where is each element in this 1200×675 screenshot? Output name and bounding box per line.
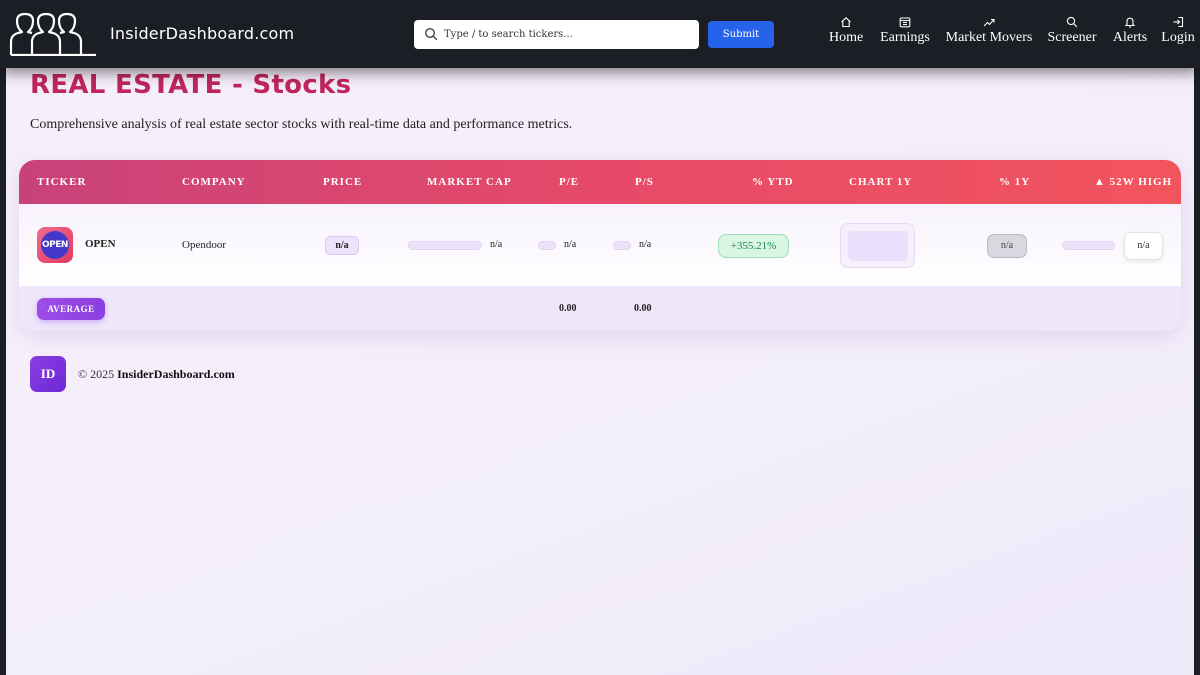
calendar-icon [899,17,911,28]
market-cap-value: n/a [490,239,503,250]
header-company[interactable]: COMPANY [182,176,246,188]
insiders-logo-icon[interactable] [8,12,98,56]
nav-market-movers-label: Market Movers [945,30,1033,45]
ticker-symbol[interactable]: OPEN [85,238,116,250]
price-value: n/a [325,236,359,255]
trending-up-icon [983,18,995,27]
high-52w-value: n/a [1124,232,1163,260]
header-pct-1y[interactable]: % 1Y [999,176,1030,188]
footer-copyright: © 2025 InsiderDashboard.com [78,367,235,382]
page-title: REAL ESTATE - Stocks [30,70,352,100]
header-pe[interactable]: P/E [559,176,579,188]
footer-logo[interactable]: ID [30,356,66,392]
nav-home-label: Home [829,30,864,45]
nav-earnings[interactable]: Earnings [879,16,931,52]
pe-bar [538,241,556,250]
chart-1y[interactable] [840,223,915,268]
nav-screener-label: Screener [1047,30,1097,45]
average-row: AVERAGE 0.00 0.00 [19,286,1181,331]
market-cap-bar [408,241,482,250]
table-header: TICKER COMPANY PRICE MARKET CAP P/E P/S … [19,160,1181,204]
nav-login[interactable]: Login [1160,16,1196,52]
header-ticker[interactable]: TICKER [37,176,86,188]
search-input[interactable] [444,24,694,45]
header-ps[interactable]: P/S [635,176,654,188]
top-navbar: InsiderDashboard.com Submit Home Earning… [0,0,1200,68]
nav-home[interactable]: Home [829,16,863,52]
header-chart-1y[interactable]: CHART 1Y [849,176,912,188]
high-52w-bar [1062,241,1115,250]
brand-name[interactable]: InsiderDashboard.com [110,24,294,43]
page-edge [1194,68,1200,675]
average-badge: AVERAGE [37,298,105,320]
pct-1y-badge: n/a [987,234,1027,258]
ps-bar [613,241,631,250]
pe-value: n/a [564,239,577,250]
nav-market-movers[interactable]: Market Movers [945,16,1033,52]
nav-alerts[interactable]: Alerts [1111,16,1149,52]
company-logo: OPEN [37,227,73,263]
page-subtitle: Comprehensive analysis of real estate se… [30,117,573,132]
nav-earnings-label: Earnings [880,30,930,45]
header-market-cap[interactable]: MARKET CAP [427,176,512,188]
table-row[interactable]: OPEN OPEN Opendoor n/a n/a n/a n/a +355.… [19,204,1181,286]
nav-alerts-label: Alerts [1112,30,1148,45]
footer-site-name[interactable]: InsiderDashboard.com [117,367,235,381]
bell-icon [1124,17,1136,28]
ticker-search[interactable] [414,20,699,49]
header-price[interactable]: PRICE [323,176,362,188]
nav-screener[interactable]: Screener [1047,16,1097,52]
nav-login-label: Login [1161,30,1195,45]
average-pe: 0.00 [559,303,577,314]
average-ps: 0.00 [634,303,652,314]
ps-value: n/a [639,239,652,250]
header-ytd[interactable]: % YTD [752,176,794,188]
search-icon [424,27,438,41]
ytd-badge: +355.21% [718,234,789,258]
header-52w-high[interactable]: ▲ 52W HIGH [1094,176,1172,188]
company-logo-text: OPEN [41,231,69,259]
login-icon [1173,16,1184,28]
chart-1y-placeholder [848,231,908,261]
stocks-table: TICKER COMPANY PRICE MARKET CAP P/E P/S … [19,160,1181,331]
main-content: REAL ESTATE - Stocks Comprehensive analy… [6,68,1194,675]
search-icon [1066,16,1078,28]
submit-button[interactable]: Submit [708,21,774,48]
company-name: Opendoor [182,239,226,251]
home-icon [841,17,851,28]
copyright-text: © 2025 [78,367,115,381]
